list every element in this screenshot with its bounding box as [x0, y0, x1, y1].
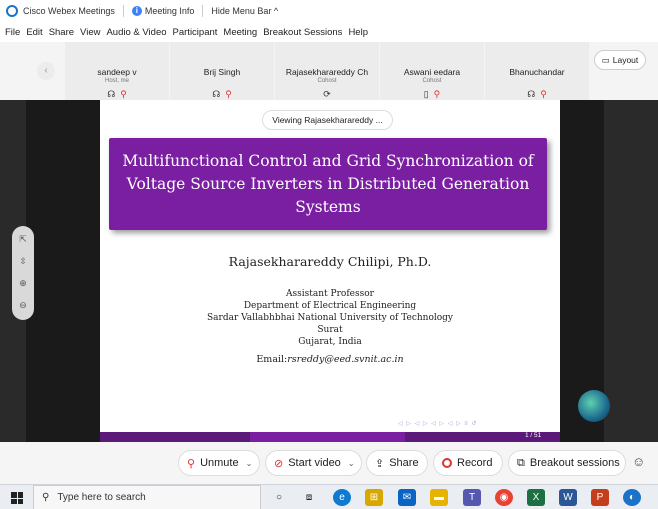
menu-view[interactable]: View [80, 27, 100, 38]
title-bar: Cisco Webex Meetings i Meeting Info Hide… [0, 0, 658, 22]
menu-help[interactable]: Help [348, 27, 368, 38]
powerpoint-icon[interactable]: P [591, 489, 609, 506]
menu-meeting[interactable]: Meeting [223, 27, 257, 38]
windows-taskbar: ⚲ Type here to search ○ ⧈ e ⊞ ✉ ▬ T ◉ X … [0, 484, 658, 509]
edge-icon[interactable]: e [333, 489, 351, 506]
zoom-out-icon[interactable]: ⊖ [12, 300, 34, 311]
menu-share[interactable]: Share [49, 27, 74, 38]
hide-menu-bar-button[interactable]: Hide Menu Bar ^ [211, 6, 278, 16]
menu-file[interactable]: File [5, 27, 20, 38]
reactions-icon[interactable]: ☺ [632, 454, 645, 469]
layout-button[interactable]: ▭ Layout [594, 50, 646, 70]
mail-icon[interactable]: ✉ [398, 489, 416, 506]
participant-name: Rajasekharareddy Ch [285, 67, 369, 77]
teams-icon[interactable]: T [463, 489, 481, 506]
webex-taskbar-icon[interactable]: ◐ [623, 489, 641, 506]
search-icon: ⚲ [42, 492, 50, 503]
breakout-sessions-button[interactable]: ⧉ Breakout sessions [508, 450, 626, 476]
webex-assistant-icon[interactable] [578, 390, 610, 422]
cortana-icon[interactable]: ○ [270, 489, 288, 506]
windows-start-icon[interactable] [11, 492, 23, 504]
menu-breakout-sessions[interactable]: Breakout Sessions [263, 27, 342, 38]
slide-email: Email:rsreddy@eed.svnit.ac.in [256, 354, 404, 365]
participant-tile[interactable]: Brij Singh ☊ ⚲ [170, 42, 274, 100]
record-icon [442, 458, 452, 468]
info-icon: i [131, 6, 142, 16]
participant-role: Cohost [422, 78, 442, 84]
pointer-icon[interactable]: ⇱ [12, 234, 34, 245]
menu-edit[interactable]: Edit [26, 27, 42, 38]
excel-icon[interactable]: X [527, 489, 545, 506]
participant-name: sandeep v [97, 67, 137, 77]
divider [122, 5, 124, 17]
webex-logo-icon [6, 5, 18, 17]
breakout-icon: ⧉ [517, 456, 525, 469]
sharing-icon: ⟳ [323, 89, 331, 99]
chrome-icon[interactable]: ◉ [495, 489, 513, 506]
zoom-in-icon[interactable]: ⊕ [12, 278, 34, 289]
audio-connection-icon: ☊ [107, 89, 116, 99]
task-view-icon[interactable]: ⧈ [300, 489, 318, 506]
layout-icon: ▭ [601, 54, 610, 65]
participant-strip: ‹ sandeep v Host, me ☊ ⚲ Brij Singh ☊ ⚲ Ra… [0, 42, 658, 100]
annotation-toolbar: ⇱ ⇳ ⊕ ⊖ [12, 226, 34, 320]
slide-author: Rajasekharareddy Chilipi, Ph.D. [228, 254, 432, 269]
participant-role: Host, me [104, 78, 129, 84]
meeting-info-label: Meeting Info [144, 6, 195, 16]
meeting-controls: ⚲ Unmute ⌄ ⊘ Start video ⌄ ⇪ Share Recor… [0, 442, 658, 484]
divider [202, 5, 204, 17]
participant-tile[interactable]: Aswani eedara Cohost ▯ ⚲ [380, 42, 484, 100]
chevron-down-icon[interactable]: ⌄ [246, 459, 253, 468]
hide-menu-bar-label: Hide Menu Bar ^ [211, 6, 279, 16]
muted-mic-icon: ⚲ [225, 89, 232, 99]
slide-title: Multifunctional Control and Grid Synchro… [109, 138, 547, 230]
audio-connection-icon: ☊ [212, 89, 221, 99]
participant-tile[interactable]: sandeep v Host, me ☊ ⚲ [65, 42, 169, 100]
file-explorer-icon[interactable]: ▬ [430, 489, 448, 506]
muted-mic-icon: ⚲ [433, 89, 441, 99]
word-icon[interactable]: W [559, 489, 577, 506]
audio-connection-icon: ☊ [527, 89, 536, 99]
muted-mic-icon: ⚲ [120, 89, 127, 99]
muted-mic-icon: ⚲ [540, 89, 547, 99]
video-off-icon: ⊘ [274, 457, 284, 470]
unmute-button[interactable]: ⚲ Unmute ⌄ [178, 450, 260, 476]
participant-tile[interactable]: Rajasekharareddy Ch Cohost ⟳ [275, 42, 379, 100]
store-icon[interactable]: ⊞ [365, 489, 383, 506]
menu-participant[interactable]: Participant [173, 27, 218, 38]
start-video-button[interactable]: ⊘ Start video ⌄ [265, 450, 362, 476]
menu-audio-video[interactable]: Audio & Video [106, 27, 166, 38]
scroll-left-button[interactable]: ‹ [37, 62, 55, 80]
viewing-indicator[interactable]: Viewing Rajasekharareddy ... [262, 110, 393, 130]
participant-tile[interactable]: Bhanuchandar ☊ ⚲ [485, 42, 589, 100]
participant-name: Brij Singh [203, 67, 241, 77]
participant-name: Bhanuchandar [509, 67, 565, 77]
share-button[interactable]: ⇪ Share [366, 450, 428, 476]
participant-name: Aswani eedara [403, 67, 461, 77]
beamer-navigation-icons: ◁ ▷ ◁ ▷ ◁ ▷ ◁ ▷ ≡ ↺ [398, 421, 478, 427]
webex-window: { "titlebar": { "app_title": "Cisco Webe… [0, 0, 658, 509]
slide-page-number: 1 / 51 [525, 432, 542, 439]
slide-affiliation: Assistant Professor Department of Electr… [206, 289, 454, 347]
muted-mic-icon: ⚲ [187, 457, 196, 470]
mobile-device-icon: ▯ [423, 89, 429, 99]
participant-role: Cohost [317, 78, 337, 84]
layout-label: Layout [612, 55, 639, 65]
share-icon: ⇪ [375, 457, 385, 470]
slide-footer-bar [100, 432, 560, 442]
chevron-down-icon[interactable]: ⌄ [348, 459, 355, 468]
fit-icon[interactable]: ⇳ [12, 256, 34, 267]
meeting-info-button[interactable]: i Meeting Info [131, 6, 195, 16]
menu-bar: File Edit Share View Audio & Video Parti… [0, 22, 658, 42]
record-button[interactable]: Record [433, 450, 503, 476]
taskbar-search[interactable]: ⚲ Type here to search [33, 485, 261, 509]
app-title: Cisco Webex Meetings [23, 6, 115, 16]
